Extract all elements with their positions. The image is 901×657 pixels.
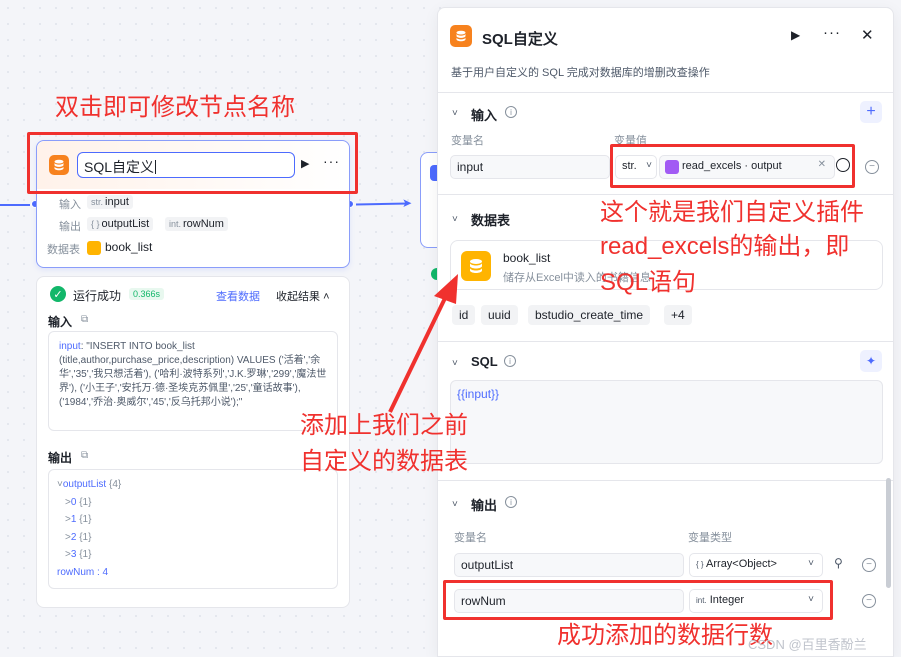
run-input-title: 输入 (48, 315, 73, 329)
annotation-plugin-output-1: 这个就是我们自定义插件 (600, 199, 864, 226)
run-output-box: ˅outputList {4} >0 {1} >1 {1} >2 {1} >3 … (48, 469, 338, 589)
output-item[interactable]: >3 {1} (57, 546, 329, 564)
more-icon[interactable]: ··· (823, 24, 841, 41)
sql-section-title: SQL (471, 354, 498, 369)
output-item[interactable]: >1 {1} (57, 511, 329, 529)
ai-generate-sql-button[interactable]: ✦ (860, 350, 882, 372)
table-section-title: 数据表 (471, 213, 511, 228)
run-output-title: 输出 (48, 451, 73, 465)
info-icon[interactable]: i (504, 355, 516, 367)
output-list-node[interactable]: ˅outputList {4} (57, 476, 329, 494)
out-var-name-label: 变量名 (454, 532, 487, 544)
remove-input-icon[interactable]: − (865, 160, 879, 174)
node-input-label: 输入 (59, 199, 81, 211)
info-icon[interactable]: i (505, 496, 517, 508)
panel-title: SQL自定义 (482, 31, 558, 48)
output-name-field[interactable]: outputList (454, 553, 684, 577)
column-tag: bstudio_create_time (528, 305, 651, 325)
chevron-down-icon[interactable]: ˅ (452, 499, 458, 510)
run-time-badge: 0.366s (129, 288, 165, 300)
out-var-type-label: 变量类型 (688, 532, 732, 544)
output-section-title: 输出 (471, 498, 498, 513)
remove-output-icon[interactable]: − (862, 558, 876, 572)
annotation-box-input-ref (610, 144, 855, 188)
input-section-title: 输入 (471, 108, 498, 123)
output-item[interactable]: >2 {1} (57, 529, 329, 547)
panel-scrollbar[interactable] (886, 478, 891, 588)
info-icon[interactable]: i (505, 106, 517, 118)
annotation-box-rownum (443, 580, 833, 620)
remove-output-icon[interactable]: − (862, 594, 876, 608)
node-table-label: 数据表 (47, 244, 80, 256)
panel-description: 基于用户自定义的 SQL 完成对数据库的增删改查操作 (451, 67, 710, 79)
arrow-head-icon: ➤ (402, 196, 413, 210)
watermark: CSDN @百里香酚兰 (748, 637, 867, 652)
copy-icon[interactable]: ⧉ (81, 450, 88, 461)
divider (438, 341, 893, 342)
annotation-row-count: 成功添加的数据行数 (557, 622, 773, 649)
chevron-down-icon: ˅ (808, 558, 814, 569)
database-icon (450, 25, 472, 47)
node-input-chip: str. input (87, 195, 133, 209)
close-icon[interactable]: ✕ (861, 26, 874, 44)
node-output-label: 输出 (59, 221, 81, 233)
row-num-value: rowNum : 4 (57, 566, 109, 578)
run-result-card: ✓ 运行成功 0.366s 查看数据 收起结果 ˄ 输入 ⧉ input: "I… (36, 276, 350, 608)
column-tag-more[interactable]: +4 (664, 305, 692, 325)
database-name: book_list (503, 251, 551, 265)
annotation-box-node-name (27, 132, 358, 194)
run-icon[interactable]: ▶ (791, 28, 800, 42)
input-var-name-field[interactable]: input (450, 155, 610, 179)
chevron-up-icon: ˄ (323, 291, 330, 303)
annotation-double-click: 双击即可修改节点名称 (55, 94, 295, 121)
annotation-table-added-1: 添加上我们之前 (300, 412, 468, 439)
edge-incoming (0, 204, 30, 206)
output-type-select[interactable]: { } Array<Object> ˅ (689, 553, 823, 577)
divider (438, 194, 893, 195)
divider (438, 480, 893, 481)
chevron-down-icon[interactable]: ˅ (452, 214, 458, 225)
copy-icon[interactable]: ⧉ (81, 314, 88, 325)
success-check-icon: ✓ (50, 286, 66, 302)
annotation-plugin-output-2: read_excels的输出，即 (600, 233, 850, 260)
node-output-chip-list: { } outputList (87, 217, 154, 231)
node-output-chip-rownum: int. rowNum (165, 217, 228, 231)
run-status: 运行成功 (73, 289, 122, 303)
node-table-name: book_list (105, 240, 153, 254)
collapse-result-button[interactable]: 收起结果 ˄ (276, 288, 330, 304)
output-item[interactable]: >0 {1} (57, 494, 329, 512)
add-child-icon[interactable]: ⚲ (834, 556, 843, 570)
view-data-link[interactable]: 查看数据 (216, 288, 260, 304)
edge-outgoing (355, 202, 409, 206)
sql-editor[interactable]: {{input}} (450, 380, 883, 464)
column-tag: uuid (481, 305, 518, 325)
annotation-arrow (388, 274, 458, 413)
run-input-box: input: "INSERT INTO book_list (title,aut… (48, 331, 338, 431)
chevron-down-icon[interactable]: ˅ (452, 108, 458, 119)
add-input-button[interactable]: + (860, 101, 882, 123)
config-panel: SQL自定义 ▶ ··· ✕ 基于用户自定义的 SQL 完成对数据库的增删改查操… (437, 7, 894, 657)
annotation-table-added-2: 自定义的数据表 (300, 448, 468, 475)
annotation-plugin-output-3: SQL语句 (600, 269, 697, 296)
divider (438, 92, 893, 93)
var-name-label: 变量名 (451, 135, 484, 147)
table-icon (87, 241, 101, 255)
